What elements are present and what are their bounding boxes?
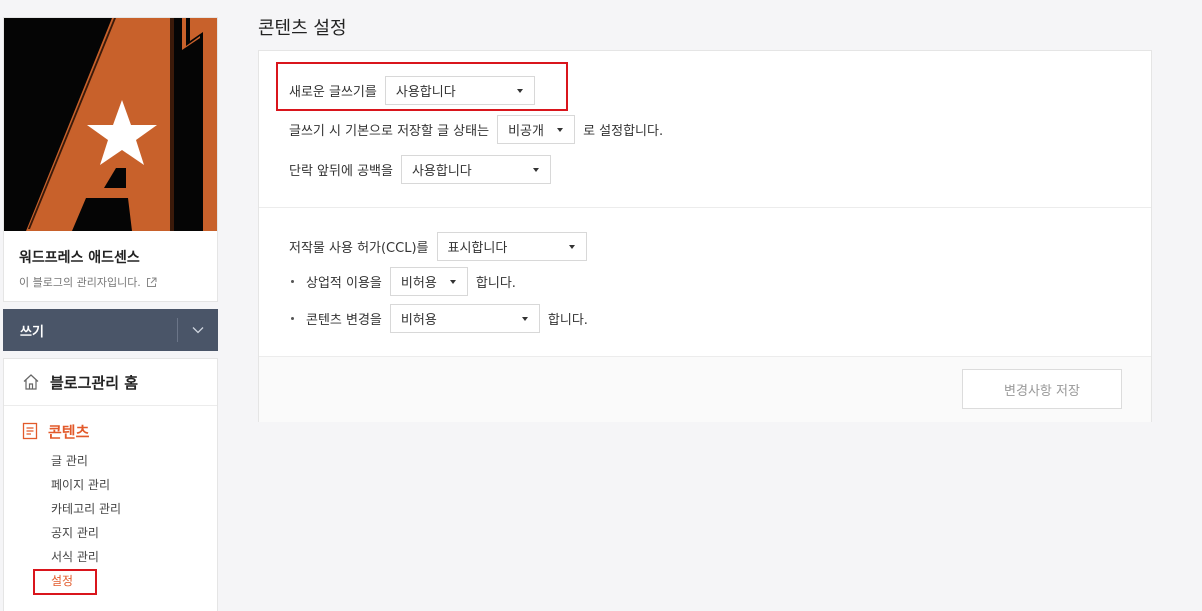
menu-item-home[interactable]: 블로그관리 홈 <box>4 359 217 406</box>
write-menu-toggle[interactable] <box>177 318 218 342</box>
save-changes-button[interactable]: 변경사항 저장 <box>962 369 1122 409</box>
menu-item-home-label: 블로그관리 홈 <box>50 373 139 392</box>
caret-down-icon <box>516 88 523 93</box>
ccl-select[interactable]: 표시합니다 <box>436 232 587 261</box>
sidebar: 워드프레스 애드센스 이 블로그의 관리자입니다. 쓰기 블로그관리 홈 콘텐츠… <box>3 17 218 611</box>
sub-item-pages[interactable]: 페이지 관리 <box>51 473 217 497</box>
ccl-row: 저작물 사용 허가(CCL)를 표시합니다 <box>289 232 587 261</box>
blog-logo[interactable] <box>4 18 217 231</box>
modification-select[interactable]: 비허용 <box>389 304 540 333</box>
new-editor-value: 사용합니다 <box>395 85 456 100</box>
sub-item-categories[interactable]: 카테고리 관리 <box>51 497 217 521</box>
default-status-row: 글쓰기 시 기본으로 저장할 글 상태는 비공개 로 설정합니다. <box>289 115 663 144</box>
bullet-icon <box>291 280 294 283</box>
default-status-value: 비공개 <box>508 124 544 139</box>
new-editor-select[interactable]: 사용합니다 <box>384 76 535 105</box>
editor-settings-section: 새로운 글쓰기를 사용합니다 글쓰기 시 기본으로 저장할 글 상태는 비공개 … <box>259 51 1151 208</box>
default-status-suffix: 로 설정합니다. <box>583 124 664 139</box>
blog-admin-note: 이 블로그의 관리자입니다. <box>19 274 202 290</box>
paragraph-spacing-select[interactable]: 사용합니다 <box>400 155 551 184</box>
sub-item-settings-label: 설정 <box>32 569 98 595</box>
admin-menu: 블로그관리 홈 콘텐츠 글 관리 페이지 관리 카테고리 관리 공지 관리 서식… <box>3 358 218 611</box>
paragraph-spacing-row: 단락 앞뒤에 공백을 사용합니다 <box>289 155 551 184</box>
default-status-label: 글쓰기 시 기본으로 저장할 글 상태는 <box>289 124 490 139</box>
commercial-use-label: 상업적 이용을 <box>306 276 382 291</box>
home-icon <box>23 374 39 390</box>
paragraph-spacing-value: 사용합니다 <box>411 164 472 179</box>
blog-card: 워드프레스 애드센스 이 블로그의 관리자입니다. <box>3 17 218 302</box>
caret-down-icon <box>449 279 456 284</box>
ccl-label: 저작물 사용 허가(CCL)를 <box>289 241 429 256</box>
contents-sub-menu: 글 관리 페이지 관리 카테고리 관리 공지 관리 서식 관리 설정 <box>22 442 217 595</box>
external-link-icon[interactable] <box>146 277 157 288</box>
caret-down-icon <box>521 316 528 321</box>
default-status-select[interactable]: 비공개 <box>497 115 576 144</box>
new-editor-label: 새로운 글쓰기를 <box>289 85 377 100</box>
ccl-value: 표시합니다 <box>447 241 508 256</box>
settings-panel: 새로운 글쓰기를 사용합니다 글쓰기 시 기본으로 저장할 글 상태는 비공개 … <box>258 50 1152 422</box>
blog-name[interactable]: 워드프레스 애드센스 <box>19 247 202 267</box>
panel-footer: 변경사항 저장 <box>259 357 1151 422</box>
caret-down-icon <box>532 167 539 172</box>
write-button[interactable]: 쓰기 <box>20 321 44 340</box>
sub-item-settings[interactable]: 설정 <box>32 569 217 595</box>
license-settings-section: 저작물 사용 허가(CCL)를 표시합니다 상업적 이용을 비허용 합니다. 콘… <box>259 208 1151 357</box>
sub-item-posts[interactable]: 글 관리 <box>51 449 217 473</box>
chevron-down-icon <box>192 327 204 334</box>
paragraph-spacing-label: 단락 앞뒤에 공백을 <box>289 164 393 179</box>
commercial-use-row: 상업적 이용을 비허용 합니다. <box>289 267 516 296</box>
modification-label: 콘텐츠 변경을 <box>306 313 382 328</box>
menu-item-contents-label: 콘텐츠 <box>48 422 90 441</box>
modification-row: 콘텐츠 변경을 비허용 합니다. <box>289 304 588 333</box>
modification-suffix: 합니다. <box>547 313 588 328</box>
blog-admin-text: 이 블로그의 관리자입니다. <box>19 276 141 289</box>
commercial-use-suffix: 합니다. <box>475 276 516 291</box>
new-editor-row: 새로운 글쓰기를 사용합니다 <box>289 76 535 105</box>
document-icon <box>22 422 38 440</box>
menu-item-contents[interactable]: 콘텐츠 <box>22 420 217 442</box>
page-title: 콘텐츠 설정 <box>258 18 347 39</box>
write-bar: 쓰기 <box>3 309 218 351</box>
caret-down-icon <box>568 244 575 249</box>
sub-item-notices[interactable]: 공지 관리 <box>51 521 217 545</box>
modification-value: 비허용 <box>400 313 437 328</box>
bullet-icon <box>291 317 294 320</box>
blog-info: 워드프레스 애드센스 이 블로그의 관리자입니다. <box>4 231 217 301</box>
commercial-use-select[interactable]: 비허용 <box>389 267 468 296</box>
commercial-use-value: 비허용 <box>400 276 437 291</box>
caret-down-icon <box>557 127 564 132</box>
menu-section-contents: 콘텐츠 글 관리 페이지 관리 카테고리 관리 공지 관리 서식 관리 설정 <box>4 406 217 595</box>
sub-item-templates[interactable]: 서식 관리 <box>51 545 217 569</box>
